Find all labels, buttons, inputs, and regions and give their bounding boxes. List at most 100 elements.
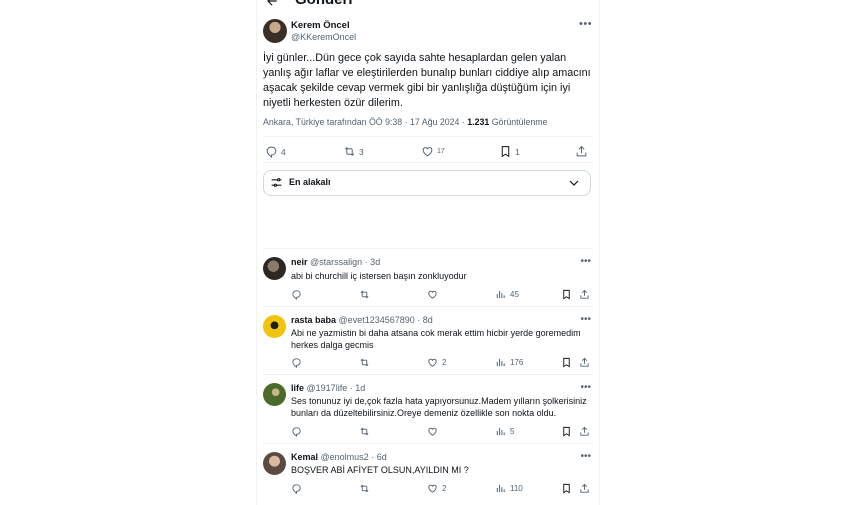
reply-text: BOŞVER ABİ AFİYET OLSUN,AYILDIN MI ? (291, 465, 469, 475)
reply-header: neir @starssalign · 3d (291, 257, 380, 267)
views-icon (496, 358, 505, 367)
reply-icon (292, 290, 301, 300)
views-button[interactable]: 5 (495, 426, 514, 437)
author-name[interactable]: Kerem Öncel (291, 20, 350, 31)
reply-button[interactable] (291, 289, 302, 300)
more-icon[interactable]: ••• (580, 382, 591, 393)
avatar[interactable] (263, 257, 286, 280)
repost-button[interactable] (359, 426, 370, 437)
share-button[interactable] (575, 145, 588, 158)
repost-icon (360, 427, 369, 436)
reply-name[interactable]: life (291, 383, 304, 393)
like-icon (428, 358, 437, 367)
repost-button[interactable] (359, 483, 370, 494)
reply-icon (266, 146, 277, 158)
views-count: 5 (510, 427, 515, 436)
more-icon[interactable]: ••• (580, 451, 591, 462)
views-count: 176 (510, 358, 524, 367)
bookmark-icon (501, 146, 510, 158)
views-icon (496, 427, 505, 436)
bookmark-button[interactable] (561, 426, 572, 437)
reply-text: abi bi churchill iç istersen başın zonkl… (291, 271, 467, 281)
bookmark-button[interactable] (561, 289, 572, 300)
bookmark-icon (563, 426, 570, 437)
share-button[interactable] (579, 357, 590, 368)
like-icon (428, 290, 437, 299)
divider (263, 443, 593, 444)
share-button[interactable] (579, 483, 590, 494)
author-handle[interactable]: @KKeremOncel (291, 32, 356, 42)
divider (263, 162, 593, 163)
author-avatar[interactable] (263, 19, 287, 43)
repost-icon (360, 484, 369, 493)
repost-icon (360, 358, 369, 367)
bookmark-button[interactable] (561, 483, 572, 494)
reply-button[interactable] (291, 357, 302, 368)
reply-icon (292, 484, 301, 494)
like-icon (428, 427, 437, 436)
repost-count: 3 (359, 146, 364, 157)
reply-name[interactable]: Kemal (291, 452, 318, 462)
divider (263, 306, 593, 307)
like-count: 2 (442, 484, 447, 493)
view-count: 1.231 (467, 117, 490, 127)
like-icon (422, 147, 433, 157)
bookmark-button[interactable] (561, 357, 572, 368)
views-button[interactable]: 176 (495, 357, 523, 368)
share-icon (580, 289, 589, 299)
repost-button[interactable]: 3 (343, 145, 364, 158)
like-button[interactable]: 2 (427, 483, 446, 494)
reply-button[interactable] (291, 426, 302, 437)
back-arrow-icon[interactable] (265, 0, 279, 8)
reply-header: Kemal @enolmus2 · 6d (291, 452, 387, 462)
avatar[interactable] (263, 452, 286, 475)
reply-icon (292, 358, 301, 368)
like-button[interactable]: 17 (421, 145, 445, 158)
top-bar: Gönderi (257, 0, 599, 12)
reply-header: rasta baba @evet1234567890 · 8d (291, 315, 433, 325)
avatar[interactable] (263, 315, 286, 338)
repost-icon (360, 290, 369, 299)
views-count: 110 (510, 484, 523, 493)
share-button[interactable] (579, 426, 590, 437)
reply-name[interactable]: rasta baba (291, 315, 336, 325)
reply-button[interactable] (291, 483, 302, 494)
tweet-meta: Ankara, Türkiye tarafından ÖÖ 9:38 · 17 … (263, 117, 547, 127)
like-button[interactable] (427, 289, 442, 300)
views-icon (496, 484, 505, 493)
like-button[interactable]: 2 (427, 357, 446, 368)
bookmark-icon (563, 483, 570, 494)
bookmark-icon (563, 289, 570, 300)
share-button[interactable] (579, 289, 590, 300)
bookmark-count: 1 (515, 146, 520, 157)
like-count: 2 (442, 358, 447, 367)
views-button[interactable]: 45 (495, 289, 519, 300)
reply-handle: @starssalign · 3d (310, 257, 381, 267)
main-column: Gönderi Kerem Öncel @KKeremOncel ••• İyi… (256, 0, 600, 505)
avatar[interactable] (263, 383, 286, 406)
repost-button[interactable] (359, 357, 370, 368)
like-count: 17 (437, 148, 445, 155)
sort-label: En alakalı (289, 177, 331, 187)
bookmark-icon (563, 357, 570, 368)
more-icon[interactable]: ••• (580, 314, 591, 325)
more-icon[interactable]: ••• (580, 256, 591, 267)
share-icon (580, 483, 589, 493)
views-count: 45 (510, 290, 519, 299)
reply-count: 4 (281, 146, 286, 157)
divider (263, 248, 593, 249)
like-icon (428, 484, 437, 493)
repost-icon (344, 147, 355, 156)
repost-button[interactable] (359, 289, 370, 300)
views-button[interactable]: 110 (495, 483, 523, 494)
reply-name[interactable]: neir (291, 257, 308, 267)
sort-dropdown[interactable]: En alakalı (263, 170, 591, 196)
like-button[interactable] (427, 426, 442, 437)
more-icon[interactable]: ••• (579, 18, 592, 30)
share-icon (576, 145, 587, 157)
divider (263, 136, 593, 137)
view-label: Görüntülenme (489, 117, 548, 127)
bookmark-button[interactable]: 1 (499, 145, 520, 158)
reply-button[interactable]: 4 (265, 145, 286, 158)
reply-handle: @evet1234567890 · 8d (338, 315, 433, 325)
